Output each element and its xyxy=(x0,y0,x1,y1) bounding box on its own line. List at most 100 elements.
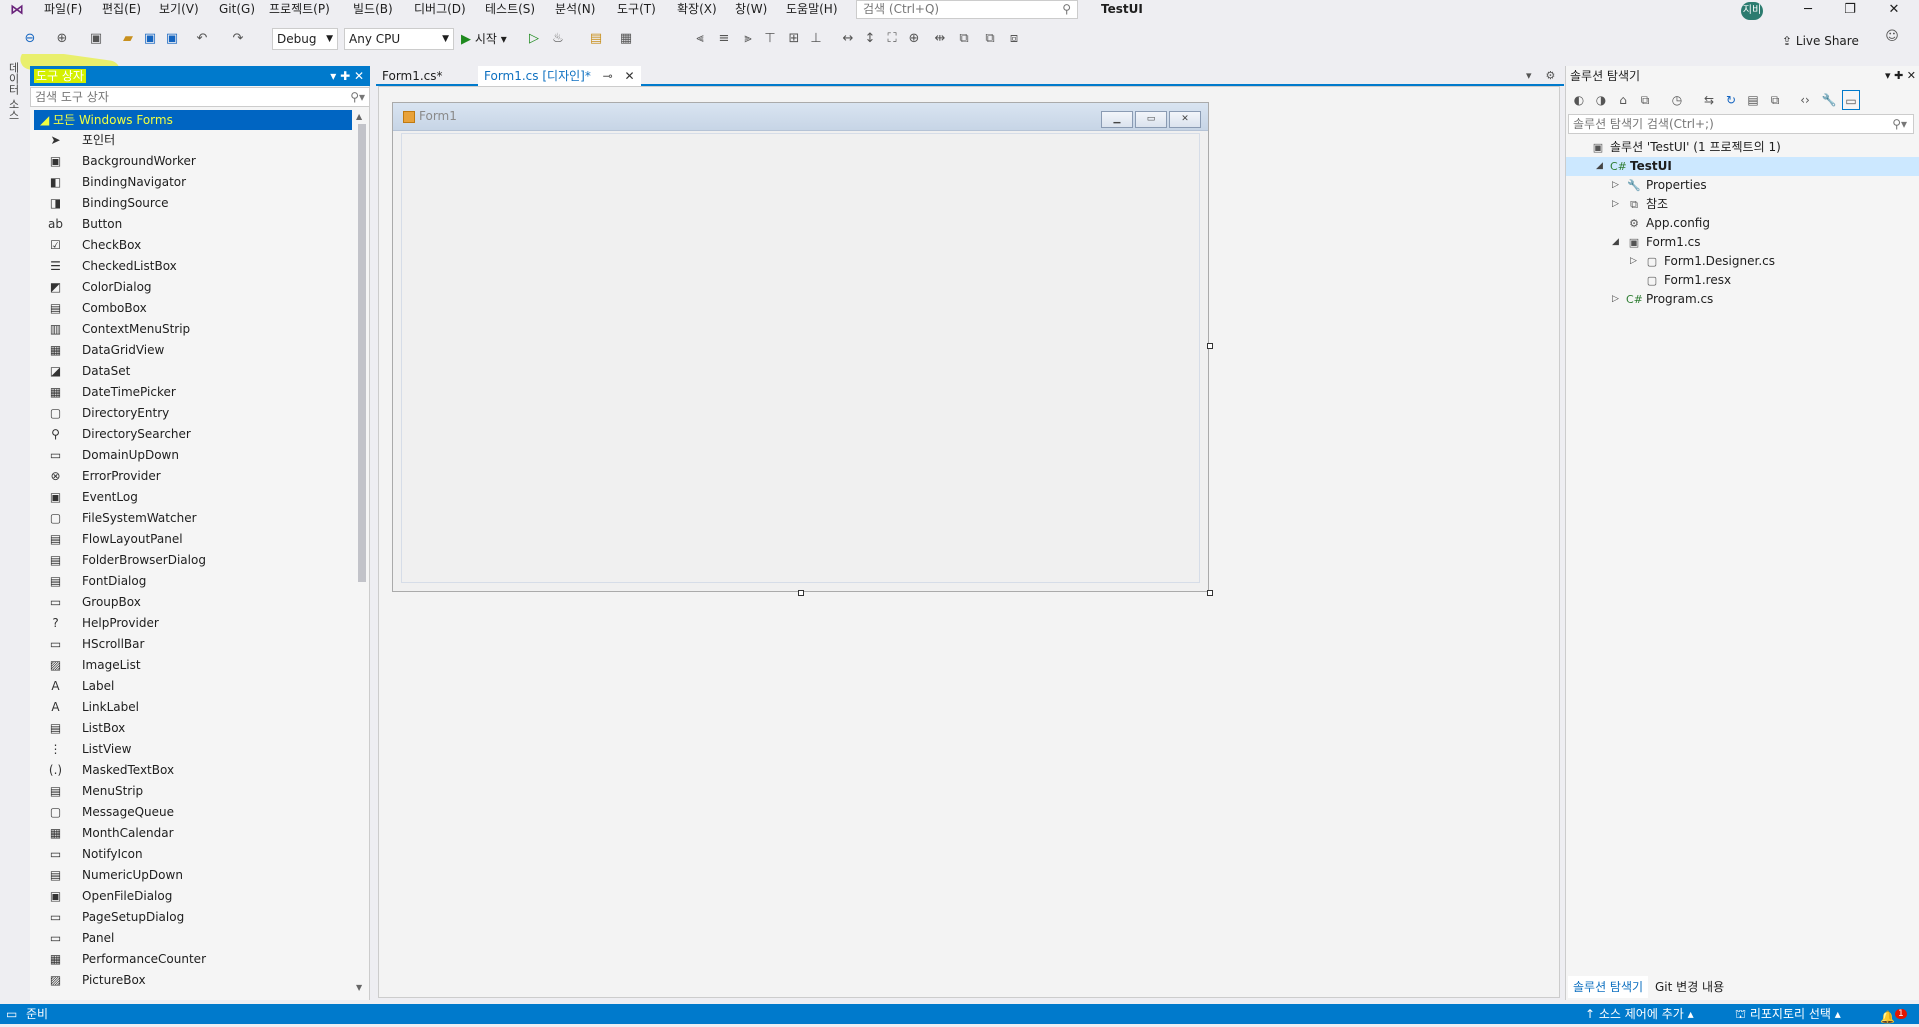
tree-node[interactable]: ▢ Form1.resx xyxy=(1566,271,1919,290)
menu-item[interactable]: 파일(F) xyxy=(40,0,86,20)
grid-align-icon[interactable]: ⊕ xyxy=(904,28,924,50)
toolbox-item[interactable]: ▢ DirectoryEntry xyxy=(30,403,352,424)
same-width-icon[interactable]: ↔ xyxy=(838,28,858,50)
toolbox-item[interactable]: ⋮ ListView xyxy=(30,739,352,760)
restore-button[interactable]: ❐ xyxy=(1830,0,1870,20)
toolbox-item[interactable]: ◪ DataSet xyxy=(30,361,352,382)
toolbox-item[interactable]: ▨ ImageList xyxy=(30,655,352,676)
minimize-button[interactable]: ─ xyxy=(1788,0,1828,20)
toolbox-item[interactable]: ▤ MenuStrip xyxy=(30,781,352,802)
align-center-icon[interactable]: ≡ xyxy=(714,28,734,50)
toolbox-item[interactable]: ▭ Panel xyxy=(30,928,352,949)
toolbox-item[interactable]: ▦ PerformanceCounter xyxy=(30,949,352,970)
send-back-icon[interactable]: ⧉ xyxy=(980,28,1000,50)
platform-select[interactable]: Any CPU ▼ xyxy=(344,28,454,50)
toolbox-item[interactable]: ▦ DataGridView xyxy=(30,340,352,361)
toolbox-item[interactable]: ◩ ColorDialog xyxy=(30,277,352,298)
new-project-icon[interactable]: ▣ xyxy=(86,28,106,50)
toolbox-item[interactable]: ▭ HScrollBar xyxy=(30,634,352,655)
same-height-icon[interactable]: ↕ xyxy=(860,28,880,50)
toolbox-item[interactable]: ▢ FileSystemWatcher xyxy=(30,508,352,529)
tab-order-icon[interactable]: ⧈ xyxy=(1004,28,1024,50)
resize-handle-bottom[interactable] xyxy=(798,590,804,596)
align-bottom-icon[interactable]: ⊥ xyxy=(806,28,826,50)
toolbox-item[interactable]: (.) MaskedTextBox xyxy=(30,760,352,781)
properties-icon[interactable]: 🔧 xyxy=(1820,90,1838,110)
panel-controls[interactable]: ▾ ✚ ✕ xyxy=(330,66,364,86)
toolbox-group-header[interactable]: ◢ 모든 Windows Forms xyxy=(34,110,352,130)
menu-item[interactable]: 편집(E) xyxy=(98,0,145,20)
toolbox-item[interactable]: ▦ MonthCalendar xyxy=(30,823,352,844)
switch-views-icon[interactable]: ⧉ xyxy=(1636,90,1654,110)
toolbox-title-bar[interactable]: 도구 상자 ▾ ✚ ✕ xyxy=(30,66,370,86)
configuration-select[interactable]: Debug ▼ xyxy=(272,28,338,50)
sync-icon[interactable]: ⇆ xyxy=(1700,90,1718,110)
toolbox-item[interactable]: ▤ NumericUpDown xyxy=(30,865,352,886)
toolbox-item[interactable]: ☑ CheckBox xyxy=(30,235,352,256)
view-code-icon[interactable]: ‹› xyxy=(1796,90,1814,110)
resize-handle-right[interactable] xyxy=(1207,343,1213,349)
toolbox-search-input[interactable]: 검색 도구 상자 ⚲▾ xyxy=(30,87,370,107)
collapsed-arrow-icon[interactable]: ▷ xyxy=(1612,195,1619,214)
same-size-icon[interactable]: ⛶ xyxy=(882,28,902,50)
menu-item[interactable]: 확장(X) xyxy=(673,0,721,20)
open-folder-icon[interactable]: ▰ xyxy=(118,28,138,50)
toolbox-item[interactable]: A LinkLabel xyxy=(30,697,352,718)
live-share-button[interactable]: ⇪ Live Share xyxy=(1782,32,1859,50)
solution-explorer-search-input[interactable]: 솔루션 탐색기 검색(Ctrl+;) ⚲▾ xyxy=(1568,114,1914,134)
toolbox-item[interactable]: ▢ MessageQueue xyxy=(30,802,352,823)
menu-item[interactable]: 디버그(D) xyxy=(410,0,470,20)
home-icon[interactable]: ⌂ xyxy=(1614,90,1632,110)
back-icon[interactable]: ◐ xyxy=(1570,90,1588,110)
align-right-icon[interactable]: ⫸ xyxy=(738,28,758,50)
menu-item[interactable]: 테스트(S) xyxy=(481,0,539,20)
menu-item[interactable]: 보기(V) xyxy=(155,0,203,20)
toolbox-item[interactable]: ? HelpProvider xyxy=(30,613,352,634)
tree-node[interactable]: ▷ C# Program.cs xyxy=(1566,290,1919,309)
panel-controls[interactable]: ▾ ✚ ✕ xyxy=(1885,66,1916,86)
start-without-debug-icon[interactable]: ▷ xyxy=(524,28,544,50)
repository-button[interactable]: ⛫ 리포지토리 선택 ▴ xyxy=(1735,1004,1841,1024)
toolbox-item[interactable]: ▭ GroupBox xyxy=(30,592,352,613)
toolbox-item[interactable]: ☰ CheckedListBox xyxy=(30,256,352,277)
toolbox-scrollbar[interactable]: ▲ ▼ xyxy=(356,112,368,992)
close-icon[interactable]: ✕ xyxy=(625,69,635,83)
menu-item[interactable]: 프로젝트(P) xyxy=(265,0,334,20)
toolbox-item[interactable]: ▤ FlowLayoutPanel xyxy=(30,529,352,550)
toolbox-item[interactable]: ⊗ ErrorProvider xyxy=(30,466,352,487)
source-control-button[interactable]: ↑ 소스 제어에 추가 ▴ xyxy=(1585,1004,1694,1024)
avatar[interactable]: 지비 xyxy=(1741,2,1763,20)
visual-studio-logo-icon[interactable]: ⋈ xyxy=(10,2,32,18)
tab-overflow-controls[interactable]: ▾ ⚙ xyxy=(1526,66,1555,86)
toolbox-item[interactable]: ▨ PictureBox xyxy=(30,970,352,991)
forward-icon[interactable]: ◑ xyxy=(1592,90,1610,110)
refresh-icon[interactable]: ↻ xyxy=(1722,90,1740,110)
forward-icon[interactable]: ⊕ xyxy=(52,28,72,50)
show-all-files-icon[interactable]: ⧉ xyxy=(1766,90,1784,110)
toolbox-item[interactable]: ▭ PageSetupDialog xyxy=(30,907,352,928)
toolbox-item[interactable]: ◧ BindingNavigator xyxy=(30,172,352,193)
menu-item[interactable]: 도움말(H) xyxy=(782,0,842,20)
form-client-area[interactable] xyxy=(401,133,1200,583)
save-all-icon[interactable]: ▣ xyxy=(162,28,182,50)
toolbox-item[interactable]: ▣ EventLog xyxy=(30,487,352,508)
toolbox-item[interactable]: ▭ DomainUpDown xyxy=(30,445,352,466)
tab-form1-designer[interactable]: Form1.cs [디자인]* ⊸ ✕ xyxy=(478,66,641,86)
toolbox-item[interactable]: ▦ DateTimePicker xyxy=(30,382,352,403)
tab-solution-explorer[interactable]: 솔루션 탐색기 xyxy=(1568,976,1649,998)
expanded-arrow-icon[interactable]: ◢ xyxy=(1596,157,1603,176)
collapsed-arrow-icon[interactable]: ▷ xyxy=(1612,290,1619,309)
toolbox-item[interactable]: ▤ FontDialog xyxy=(30,571,352,592)
save-icon[interactable]: ▣ xyxy=(140,28,160,50)
menu-item[interactable]: 분석(N) xyxy=(551,0,599,20)
expanded-arrow-icon[interactable]: ◢ xyxy=(1612,233,1619,252)
align-top-icon[interactable]: ⊤ xyxy=(760,28,780,50)
back-icon[interactable]: ⊖ xyxy=(20,28,40,50)
form-preview[interactable]: Form1 ▁ ▭ ✕ xyxy=(392,102,1209,592)
solution-explorer-title-bar[interactable]: 솔루션 탐색기 ▾ ✚ ✕ xyxy=(1566,66,1919,86)
menu-item[interactable]: 창(W) xyxy=(731,0,771,20)
tab-git-changes[interactable]: Git 변경 내용 xyxy=(1650,976,1729,998)
spacing-icon[interactable]: ⇹ xyxy=(930,28,950,50)
collapsed-arrow-icon[interactable]: ▷ xyxy=(1630,252,1637,271)
hot-reload-icon[interactable]: ♨ xyxy=(548,28,568,50)
